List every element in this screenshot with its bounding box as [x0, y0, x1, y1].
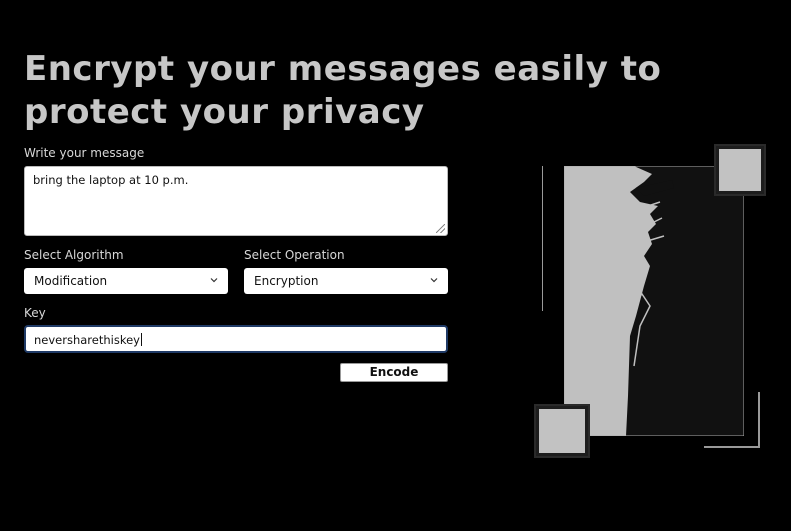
operation-label: Select Operation — [244, 248, 345, 262]
key-input[interactable]: neversharethiskey — [24, 325, 448, 353]
algorithm-select[interactable]: Modification — [24, 268, 228, 294]
decor-line — [704, 446, 760, 448]
page-title: Encrypt your messages easily to protect … — [24, 49, 662, 132]
page: Encrypt your messages easily to protect … — [0, 0, 791, 531]
algorithm-label: Select Algorithm — [24, 248, 124, 262]
message-label: Write your message — [24, 146, 145, 160]
resize-handle-icon[interactable] — [436, 224, 445, 233]
key-text: neversharethiskey — [34, 333, 140, 347]
chevron-down-icon — [430, 278, 438, 283]
spy-silhouette-icon — [564, 166, 744, 436]
algorithm-selected-value: Modification — [34, 274, 108, 288]
text-caret — [140, 333, 142, 346]
decor-square — [714, 144, 766, 196]
message-text: bring the laptop at 10 p.m. — [33, 173, 189, 187]
message-textarea[interactable]: bring the laptop at 10 p.m. — [24, 166, 448, 236]
decor-line — [542, 166, 543, 311]
operation-selected-value: Encryption — [254, 274, 319, 288]
encode-button[interactable]: Encode — [340, 363, 448, 382]
operation-select[interactable]: Encryption — [244, 268, 448, 294]
chevron-down-icon — [210, 278, 218, 283]
key-label: Key — [24, 306, 46, 320]
decor-square — [534, 404, 590, 458]
decor-line — [758, 392, 760, 448]
